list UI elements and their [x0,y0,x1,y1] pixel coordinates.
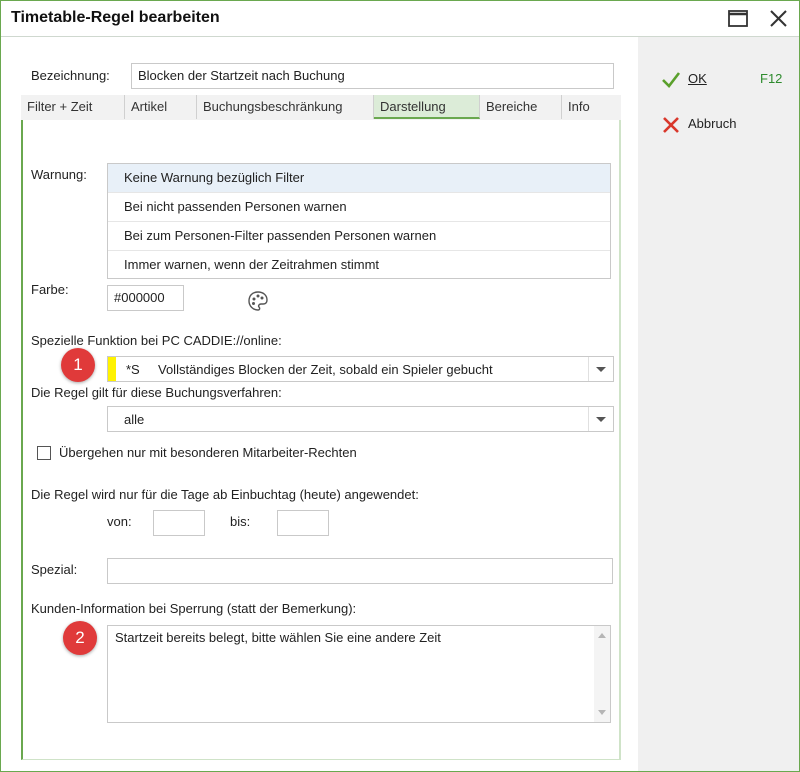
spezial-label: Spezial: [31,562,78,577]
spezial-input[interactable] [107,558,613,584]
farbe-value: #000000 [114,290,165,305]
ok-label: OK [688,71,707,86]
bezeichnung-label: Bezeichnung: [31,68,110,83]
von-label: von: [107,514,132,529]
maximize-button[interactable] [725,6,751,32]
von-input[interactable] [153,510,205,536]
farbe-input[interactable]: #000000 [107,285,184,311]
warnung-list[interactable]: Keine Warnung bezüglich Filter Bei nicht… [107,163,611,279]
tab-info[interactable]: Info [562,95,621,119]
cancel-button[interactable]: Abbruch [660,112,770,136]
chevron-down-icon [596,367,606,372]
ok-shortcut: F12 [760,71,783,86]
tab-buchungsbeschraenkung[interactable]: Buchungsbeschränkung [197,95,374,119]
window-title: Timetable-Regel bearbeiten [11,9,220,26]
bezeichnung-value: Blocken der Startzeit nach Buchung [138,68,345,83]
list-item[interactable]: Keine Warnung bezüglich Filter [108,164,610,193]
annotation-badge-2: 2 [63,621,97,655]
bezeichnung-input[interactable]: Blocken der Startzeit nach Buchung [131,63,614,89]
list-item[interactable]: Bei nicht passenden Personen warnen [108,193,610,222]
action-sidebar: OK F12 Abbruch [638,37,799,771]
uebergehen-checkbox[interactable] [37,446,51,460]
spezielle-value: Vollständiges Blocken der Zeit, sobald e… [158,362,493,377]
bis-input[interactable] [277,510,329,536]
uebergehen-label: Übergehen nur mit besonderen Mitarbeiter… [59,445,357,460]
kunden-label: Kunden-Information bei Sperrung (statt d… [31,601,357,616]
textarea-scrollbar[interactable] [594,626,610,722]
verfahren-value: alle [124,412,145,427]
chevron-down-icon [596,417,606,422]
palette-button[interactable] [246,289,270,313]
annotation-badge-1: 1 [61,348,95,382]
palette-icon [248,291,268,311]
scroll-arrows-icon [598,633,606,715]
list-item[interactable]: Bei zum Personen-Filter passenden Person… [108,222,610,251]
dropdown-arrow[interactable] [588,407,613,431]
cancel-label: Abbruch [688,116,737,131]
cross-icon [663,117,679,133]
spezielle-select[interactable]: *S Vollständiges Blocken der Zeit, sobal… [107,356,614,382]
dropdown-arrow[interactable] [588,357,613,381]
tab-darstellung[interactable]: Darstellung [374,95,480,119]
spezielle-code: *S [126,362,140,377]
maximize-icon [728,10,748,27]
list-item[interactable]: Immer warnen, wenn der Zeitrahmen stimmt [108,251,610,280]
kunden-textarea[interactable]: Startzeit bereits belegt, bitte wählen S… [107,625,611,723]
dialog-window: Timetable-Regel bearbeiten Bezeichnung: … [0,0,800,772]
highlight-marker [108,357,116,381]
bis-label: bis: [230,514,251,529]
tab-artikel[interactable]: Artikel [125,95,197,119]
tab-bereiche[interactable]: Bereiche [480,95,562,119]
kunden-value: Startzeit bereits belegt, bitte wählen S… [115,630,441,645]
warnung-label: Warnung: [31,167,87,182]
verfahren-label: Die Regel gilt für diese Buchungsverfahr… [31,385,282,400]
checkmark-icon [662,72,681,88]
title-bar: Timetable-Regel bearbeiten [1,1,799,37]
close-button[interactable] [765,6,791,32]
tage-label: Die Regel wird nur für die Tage ab Einbu… [31,487,419,502]
tab-filter-zeit[interactable]: Filter + Zeit [21,95,125,119]
tab-bar: Filter + Zeit Artikel Buchungsbeschränku… [21,95,621,120]
spezielle-label: Spezielle Funktion bei PC CADDIE://onlin… [31,333,282,348]
farbe-label: Farbe: [31,282,69,297]
close-icon [770,10,787,27]
ok-button[interactable]: OK F12 [660,67,783,91]
verfahren-select[interactable]: alle [107,406,614,432]
